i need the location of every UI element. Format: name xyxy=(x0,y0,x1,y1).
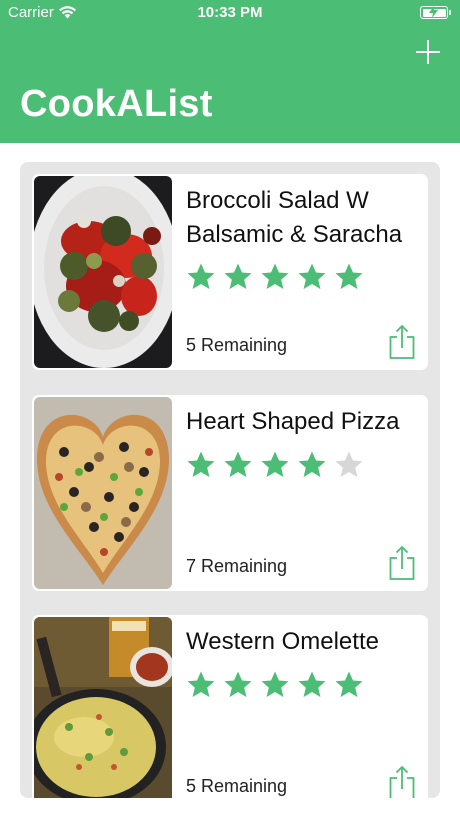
remaining-count: 5 Remaining xyxy=(186,335,288,355)
recipe-list[interactable]: Broccoli Salad W Balsamic & Saracha 5 Re… xyxy=(20,162,440,798)
navigation-header: Carrier 10:33 PM CookAList xyxy=(0,0,460,143)
add-recipe-button[interactable] xyxy=(416,40,440,64)
star-filled-icon xyxy=(298,671,326,697)
star-filled-icon xyxy=(298,263,326,289)
recipe-title: Heart Shaped Pizza xyxy=(186,408,400,435)
recipe-title: Western Omelette xyxy=(186,628,379,655)
heart-pizza-photo xyxy=(34,397,172,589)
omelette-photo xyxy=(34,617,172,798)
share-icon[interactable] xyxy=(388,765,416,798)
star-filled-icon xyxy=(187,263,215,289)
star-filled-icon xyxy=(187,451,215,477)
star-filled-icon xyxy=(335,263,363,289)
remaining-count: 7 Remaining xyxy=(186,556,288,576)
share-icon[interactable] xyxy=(388,545,416,581)
star-filled-icon xyxy=(261,451,289,477)
star-filled-icon xyxy=(187,671,215,697)
recipe-title: Broccoli Salad W Balsamic & Saracha xyxy=(186,187,403,248)
star-filled-icon xyxy=(261,671,289,697)
star-filled-icon xyxy=(224,263,252,289)
star-filled-icon xyxy=(224,671,252,697)
recipe-card-heart-pizza[interactable]: Heart Shaped Pizza 7 Remaining xyxy=(32,395,428,591)
broccoli-salad-photo xyxy=(34,176,172,368)
recipe-card-western-omelette[interactable]: Western Omelette 5 Remaining xyxy=(32,615,428,798)
star-filled-icon xyxy=(261,263,289,289)
star-filled-icon xyxy=(298,451,326,477)
star-filled-icon xyxy=(224,451,252,477)
remaining-count: 5 Remaining xyxy=(186,776,288,796)
star-empty-icon xyxy=(335,451,363,477)
status-time: 10:33 PM xyxy=(197,4,263,21)
star-rating xyxy=(186,670,364,700)
battery-icon xyxy=(420,6,451,19)
share-icon[interactable] xyxy=(388,324,416,360)
star-filled-icon xyxy=(335,671,363,697)
star-rating xyxy=(186,262,364,292)
star-rating xyxy=(186,450,364,480)
recipe-card-broccoli-salad[interactable]: Broccoli Salad W Balsamic & Saracha 5 Re… xyxy=(32,174,428,370)
status-bar: Carrier 10:33 PM xyxy=(0,0,460,26)
page-title: CookAList xyxy=(20,83,213,125)
